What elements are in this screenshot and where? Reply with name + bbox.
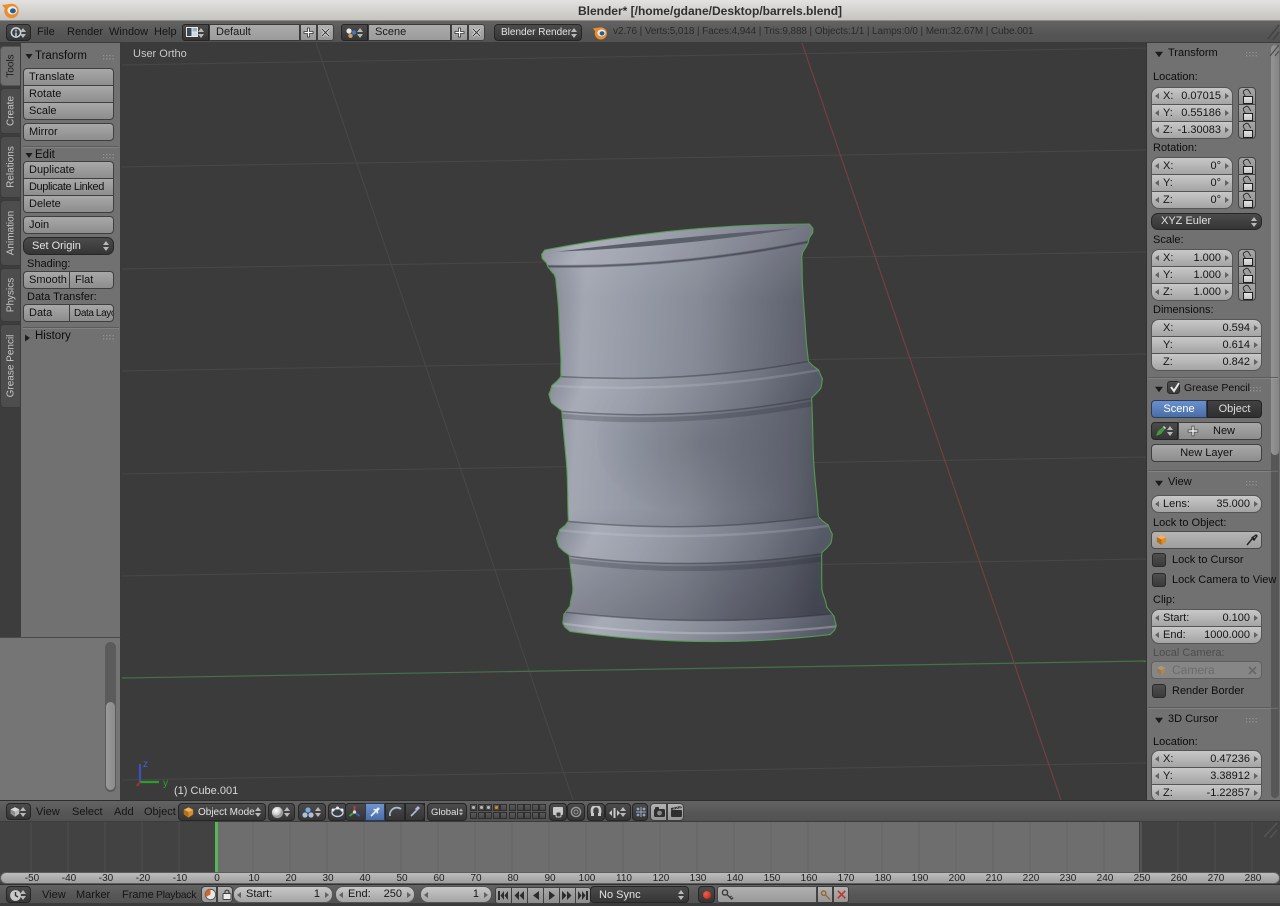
svg-text:z: z xyxy=(143,759,148,770)
svg-text:y: y xyxy=(163,778,168,789)
